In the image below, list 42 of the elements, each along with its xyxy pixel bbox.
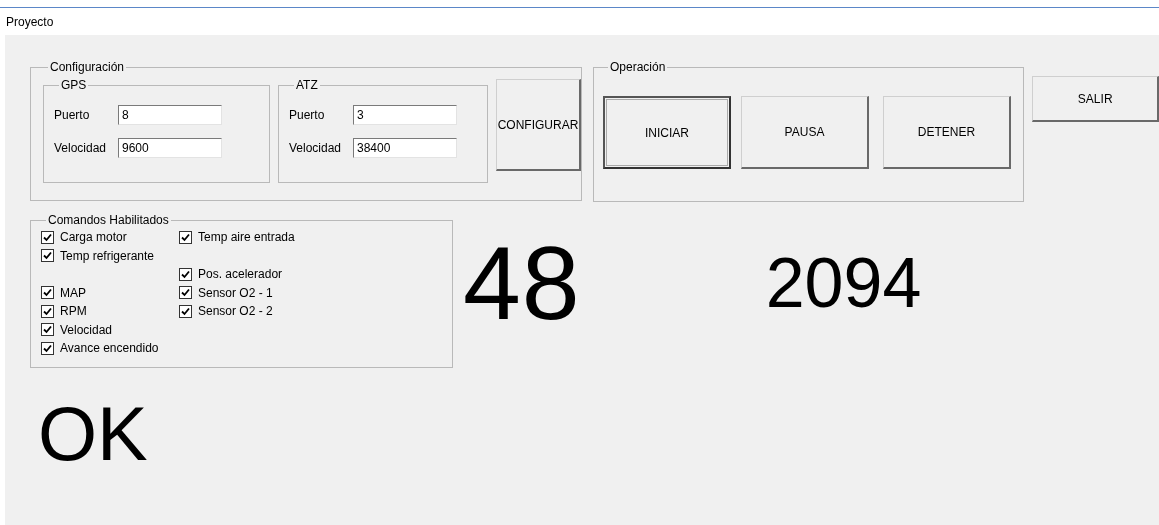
field-label: Velocidad xyxy=(54,140,108,155)
checkbox-label: Temp aire entrada xyxy=(198,230,295,245)
group-title: Comandos Habilitados xyxy=(47,213,170,227)
large-readout: 48 xyxy=(463,231,581,335)
group-title: GPS xyxy=(60,78,88,92)
field-label: Velocidad xyxy=(289,140,343,155)
checkbox[interactable] xyxy=(179,267,192,281)
checkbox[interactable] xyxy=(41,323,54,337)
checkbox-label: Temp refrigerante xyxy=(60,248,155,263)
checkbox-label: Carga motor xyxy=(60,230,127,245)
checkbox-label: Avance encendido xyxy=(60,341,159,356)
field-label: Puerto xyxy=(289,107,326,122)
group-title: Configuración xyxy=(49,60,126,74)
input-field[interactable]: 3 xyxy=(353,104,457,125)
window-title: Proyecto xyxy=(6,14,54,29)
checkbox[interactable] xyxy=(41,304,54,318)
checkbox[interactable] xyxy=(179,230,192,244)
large-readout: 2094 xyxy=(765,248,922,318)
checkbox-label: RPM xyxy=(60,304,87,319)
status-text: OK xyxy=(38,396,148,472)
checkbox[interactable] xyxy=(41,341,54,355)
checkbox-label: Sensor O2 - 2 xyxy=(198,304,273,319)
checkbox[interactable] xyxy=(179,304,192,318)
checkbox-label: Velocidad xyxy=(60,322,113,337)
checkbox[interactable] xyxy=(179,286,192,300)
exit-button[interactable]: SALIR xyxy=(1032,76,1159,122)
input-field[interactable]: 8 xyxy=(118,104,222,125)
input-field[interactable]: 38400 xyxy=(353,137,457,158)
group-title: ATZ xyxy=(295,78,319,92)
checkbox[interactable] xyxy=(41,249,54,263)
operation-button[interactable]: INICIAR xyxy=(603,96,731,169)
checkbox-label: MAP xyxy=(60,285,86,300)
checkbox[interactable] xyxy=(41,230,54,244)
configure-button[interactable]: CONFIGURAR xyxy=(496,79,581,171)
operation-button[interactable]: PAUSA xyxy=(741,96,869,169)
field-label: Puerto xyxy=(54,107,91,122)
operation-button[interactable]: DETENER xyxy=(883,96,1011,169)
checkbox-label: Pos. acelerador xyxy=(198,267,283,282)
checkbox[interactable] xyxy=(41,286,54,300)
group-title: Operación xyxy=(609,60,667,74)
input-field[interactable]: 9600 xyxy=(118,137,222,158)
checkbox-label: Sensor O2 - 1 xyxy=(198,285,273,300)
